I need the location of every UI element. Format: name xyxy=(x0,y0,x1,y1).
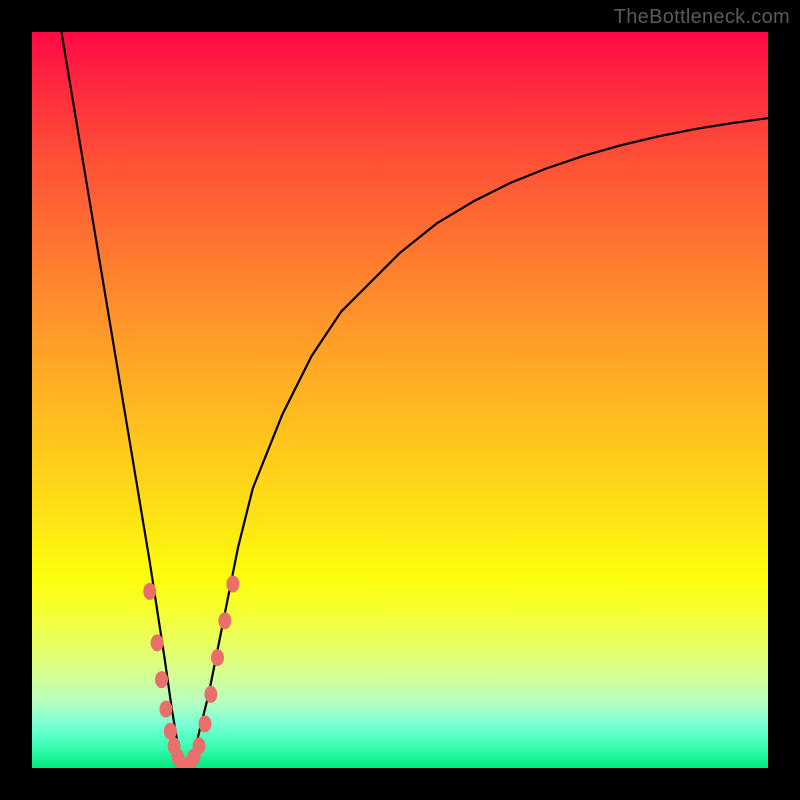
marker-dot xyxy=(183,756,196,768)
marker-dot xyxy=(193,737,206,754)
marker-dot xyxy=(143,583,156,600)
marker-dot xyxy=(155,671,168,688)
marker-dot xyxy=(168,737,181,754)
chart-svg-layer xyxy=(32,32,768,768)
marker-dot xyxy=(171,748,184,765)
watermark-text: TheBottleneck.com xyxy=(614,6,790,29)
marker-dot xyxy=(164,723,177,740)
marker-dot xyxy=(226,576,239,593)
chart-markers xyxy=(143,576,239,769)
marker-dot xyxy=(179,760,192,769)
marker-dot xyxy=(218,612,231,629)
chart-plot-area xyxy=(32,32,768,768)
marker-dot xyxy=(151,634,164,651)
marker-dot xyxy=(211,649,224,666)
marker-dot xyxy=(187,748,200,765)
bottleneck-curve xyxy=(61,32,768,768)
marker-dot xyxy=(198,715,211,732)
chart-frame: TheBottleneck.com xyxy=(0,0,800,800)
marker-dot xyxy=(204,686,217,703)
marker-dot xyxy=(159,701,172,718)
marker-dot xyxy=(175,756,188,768)
